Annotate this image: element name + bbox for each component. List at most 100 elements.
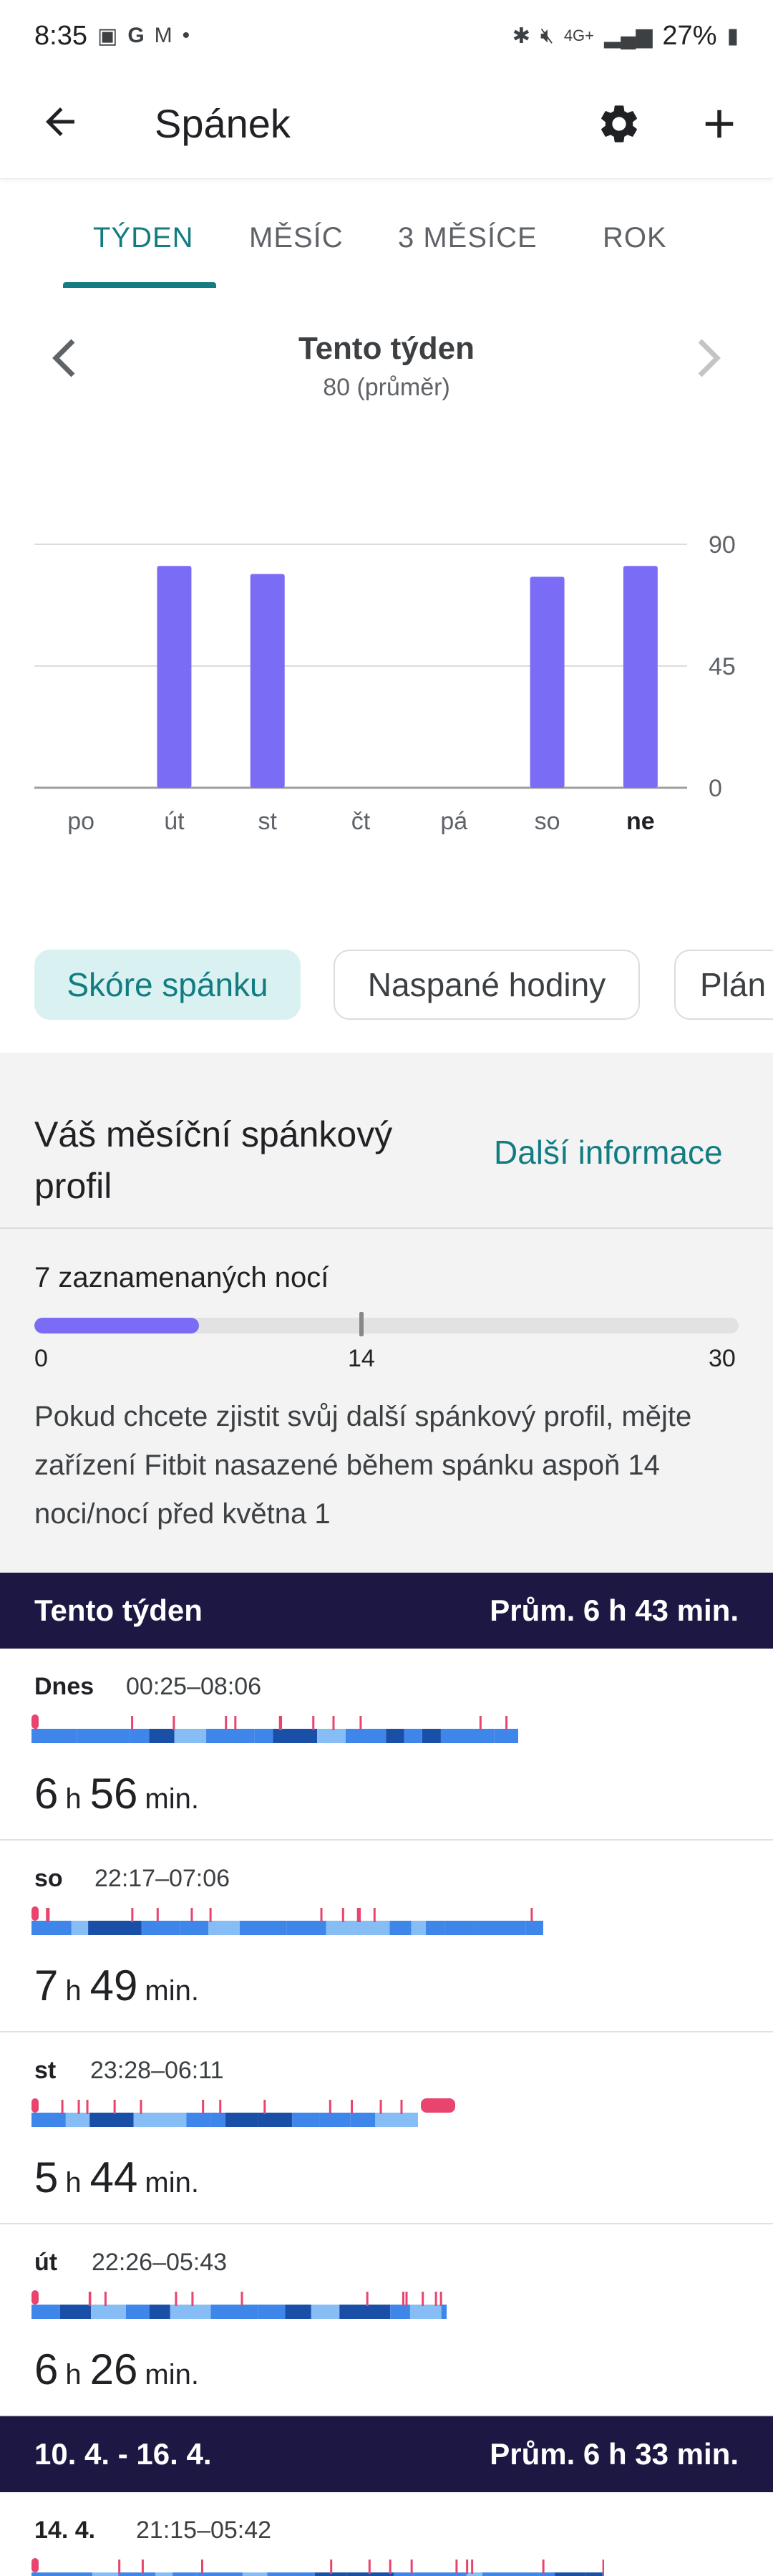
sleep-stage-segment bbox=[242, 2572, 268, 2576]
awake-marker bbox=[405, 2292, 408, 2306]
awake-marker bbox=[225, 1716, 228, 1730]
status-time: 8:35 bbox=[34, 20, 87, 51]
sleep-entry[interactable]: so 22:17–07:06 7 h 49 min. bbox=[0, 1841, 773, 2032]
back-button[interactable] bbox=[30, 92, 90, 152]
sleep-stage-segment bbox=[130, 1729, 150, 1743]
sleep-stage-segment bbox=[389, 1921, 412, 1935]
awake-marker bbox=[373, 1908, 376, 1922]
entry-time: 23:28–06:11 bbox=[90, 2057, 224, 2084]
sleep-entry[interactable]: Dnes 00:25–08:06 6 h 56 min. bbox=[0, 1649, 773, 1841]
sleep-stage-segment bbox=[208, 1921, 240, 1935]
bar-st[interactable] bbox=[250, 574, 285, 788]
hours-unit: h bbox=[65, 2167, 82, 2199]
sleep-stage-segment bbox=[339, 2305, 391, 2319]
sleep-stage-segment bbox=[441, 2305, 447, 2319]
more-info-link[interactable]: Další informace bbox=[494, 1133, 723, 1172]
sleep-stage-segment bbox=[31, 2113, 66, 2127]
sleep-stage-segment bbox=[174, 1729, 207, 1743]
awake-marker bbox=[530, 1908, 533, 1922]
sleep-stage-segment bbox=[170, 2305, 211, 2319]
minutes-unit: min. bbox=[145, 1783, 199, 1815]
metric-chips: Skóre spánku Naspané hodiny Plán bbox=[0, 950, 773, 1021]
sleep-stage-segment bbox=[118, 2572, 156, 2576]
profile-title: Váš měsíční spánkový profil bbox=[34, 1114, 393, 1206]
chip-hours-slept[interactable]: Naspané hodiny bbox=[334, 950, 640, 1020]
awake-marker bbox=[140, 2100, 142, 2114]
sleep-entry[interactable]: 14. 4. 21:15–05:42 bbox=[0, 2492, 773, 2576]
awake-marker bbox=[466, 2560, 469, 2574]
sleep-stage-segment bbox=[65, 2113, 90, 2127]
sleep-stage-segment bbox=[482, 2572, 540, 2576]
awake-marker bbox=[368, 2560, 371, 2574]
chevron-right-icon bbox=[698, 339, 721, 377]
mute-icon: 🔇︎ bbox=[540, 24, 554, 47]
awake-marker bbox=[113, 2100, 116, 2114]
awake-marker bbox=[410, 2560, 413, 2574]
next-week-button[interactable] bbox=[687, 337, 730, 380]
sleep-stage-segment bbox=[180, 1921, 209, 1935]
awake-marker bbox=[359, 1716, 362, 1730]
add-button[interactable] bbox=[687, 92, 752, 156]
sleep-stage-segment bbox=[186, 2113, 211, 2127]
chip-schedule[interactable]: Plán bbox=[674, 950, 773, 1020]
duration-hours: 6 bbox=[34, 1770, 59, 1818]
awake-marker bbox=[329, 2100, 331, 2114]
sleep-stage-segment bbox=[422, 1729, 441, 1743]
plus-icon bbox=[705, 110, 734, 138]
awake-block bbox=[31, 1714, 39, 1729]
bar-út[interactable] bbox=[157, 566, 192, 788]
chip-sleep-score[interactable]: Skóre spánku bbox=[34, 950, 301, 1020]
sleep-stages-bar bbox=[31, 2558, 604, 2576]
sleep-entry[interactable]: út 22:26–05:43 6 h 26 min. bbox=[0, 2224, 773, 2416]
sleep-stage-segment bbox=[54, 2572, 93, 2576]
sleep-stage-segment bbox=[440, 1729, 495, 1743]
sleep-stage-segment bbox=[91, 2305, 126, 2319]
awake-marker bbox=[234, 1716, 237, 1730]
hours-unit: h bbox=[65, 2359, 82, 2391]
nights-progress-fill bbox=[34, 1318, 199, 1333]
awake-marker bbox=[240, 2292, 243, 2306]
awake-marker bbox=[320, 1908, 323, 1922]
bar-so[interactable] bbox=[530, 577, 565, 788]
x-tick-label: čt bbox=[351, 808, 371, 835]
recorded-nights-label: 7 zaznamenaných nocí bbox=[34, 1262, 329, 1293]
sleep-stage-segment bbox=[292, 2113, 320, 2127]
sleep-stage-segment bbox=[149, 2305, 170, 2319]
tab-year[interactable]: ROK bbox=[603, 222, 667, 254]
sleep-stage-segment bbox=[539, 2572, 555, 2576]
sleep-stage-segment bbox=[555, 2572, 586, 2576]
tab-week[interactable]: TÝDEN bbox=[93, 222, 194, 254]
awake-marker bbox=[88, 2292, 91, 2306]
awake-marker bbox=[471, 2560, 474, 2574]
tab-3-months[interactable]: 3 MĚSÍCE bbox=[398, 222, 538, 254]
entry-day: so bbox=[34, 1865, 63, 1892]
sleep-stage-segment bbox=[411, 1921, 426, 1935]
sleep-stage-segment bbox=[375, 2113, 418, 2127]
sleep-stage-segment bbox=[31, 1729, 77, 1743]
duration-minutes: 56 bbox=[89, 1770, 138, 1818]
x-tick-label: so bbox=[535, 808, 560, 835]
awake-marker bbox=[77, 2100, 80, 2114]
battery-icon: ▮ bbox=[726, 24, 739, 48]
awake-marker bbox=[389, 2560, 392, 2574]
awake-marker bbox=[172, 1716, 175, 1730]
sleep-stage-segment bbox=[59, 2305, 92, 2319]
awake-marker bbox=[330, 2560, 333, 2574]
settings-button[interactable] bbox=[587, 92, 651, 156]
awake-marker bbox=[209, 1908, 212, 1922]
week-average: 80 (průměr) bbox=[323, 374, 450, 401]
tab-month[interactable]: MĚSÍC bbox=[249, 222, 344, 254]
awake-marker bbox=[190, 1908, 193, 1922]
awake-block bbox=[31, 1906, 39, 1921]
sleep-stage-segment bbox=[444, 1921, 477, 1935]
sleep-stage-segment bbox=[390, 2305, 410, 2319]
sleep-stages-bar bbox=[31, 2098, 455, 2127]
status-bar: 8:35 ▣ G M • ✱ 🔇︎ 4G+ ▂▄▆ 27% ▮ bbox=[0, 0, 773, 72]
sleep-stage-segment bbox=[141, 1921, 180, 1935]
awake-marker bbox=[263, 2100, 266, 2114]
hours-unit: h bbox=[65, 1783, 82, 1815]
awake-block bbox=[421, 2098, 455, 2113]
sleep-entry[interactable]: st 23:28–06:11 5 h 44 min. bbox=[0, 2032, 773, 2224]
bar-ne[interactable] bbox=[623, 566, 658, 788]
sleep-stage-segment bbox=[239, 1921, 287, 1935]
